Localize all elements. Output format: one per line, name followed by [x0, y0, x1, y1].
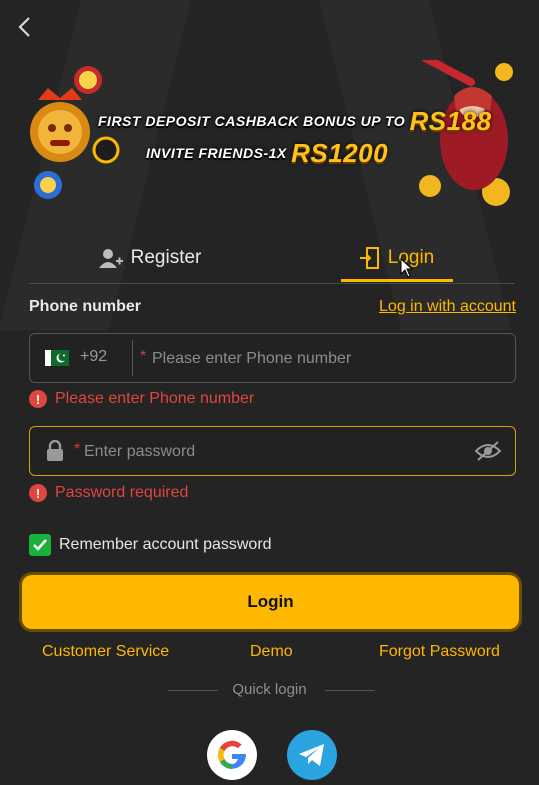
promo-banner[interactable]: FIRST DEPOSIT CASHBACK BONUS UP TO RS188…: [24, 60, 524, 210]
auth-tabs: Register Login: [29, 235, 515, 284]
phone-field: +92 *: [29, 333, 516, 383]
password-field: *: [29, 426, 516, 476]
phone-error-text: Please enter Phone number: [55, 390, 255, 407]
telegram-icon: [299, 744, 324, 766]
tab-register[interactable]: Register: [29, 235, 271, 281]
add-user-icon: [98, 249, 123, 268]
telegram-login-button[interactable]: [287, 730, 337, 780]
password-error: ! Password required: [29, 484, 188, 502]
banner-line-1-amount: RS188: [409, 106, 492, 136]
login-button[interactable]: Login: [22, 575, 519, 629]
country-code[interactable]: +92: [80, 348, 107, 366]
phone-error: ! Please enter Phone number: [29, 390, 254, 408]
forgot-password-link[interactable]: Forgot Password: [379, 643, 500, 661]
banner-line-2-amount: RS1200: [291, 138, 389, 168]
field-divider: [132, 340, 133, 376]
phone-input[interactable]: [150, 344, 494, 374]
password-input[interactable]: [82, 437, 476, 467]
google-icon: [218, 740, 246, 769]
remember-password-label: Remember account password: [59, 536, 272, 553]
remember-password-checkbox[interactable]: Remember account password: [29, 534, 272, 556]
tab-login[interactable]: Login: [341, 235, 453, 281]
banner-line-2-text: INVITE FRIENDS-1X: [146, 145, 287, 161]
quick-login-divider: [325, 690, 375, 691]
active-tab-indicator: [341, 279, 453, 282]
required-mark: *: [140, 348, 147, 365]
google-login-button[interactable]: [207, 730, 257, 780]
checkbox-checked-icon[interactable]: [29, 534, 51, 556]
back-arrow-icon[interactable]: [14, 14, 36, 40]
banner-line-2: INVITE FRIENDS-1X RS1200: [146, 138, 388, 169]
login-with-account-link[interactable]: Log in with account: [379, 298, 516, 316]
required-mark: *: [74, 441, 81, 458]
pakistan-flag-icon[interactable]: [45, 350, 69, 366]
hide-password-icon[interactable]: [475, 441, 501, 461]
lock-icon: [47, 440, 63, 461]
quick-login-label: Quick login: [232, 681, 307, 698]
banner-line-1-text: FIRST DEPOSIT CASHBACK BONUS UP TO: [98, 113, 406, 129]
banner-line-1: FIRST DEPOSIT CASHBACK BONUS UP TO RS188: [98, 106, 492, 137]
password-error-text: Password required: [55, 484, 189, 501]
error-icon: !: [29, 390, 47, 408]
phone-number-label: Phone number: [29, 298, 142, 315]
error-icon: !: [29, 484, 47, 502]
customer-service-link[interactable]: Customer Service: [42, 643, 169, 661]
mouse-cursor-icon: [400, 258, 414, 278]
login-door-icon: [359, 247, 379, 269]
tab-register-label: Register: [130, 247, 202, 268]
demo-link[interactable]: Demo: [250, 643, 293, 661]
